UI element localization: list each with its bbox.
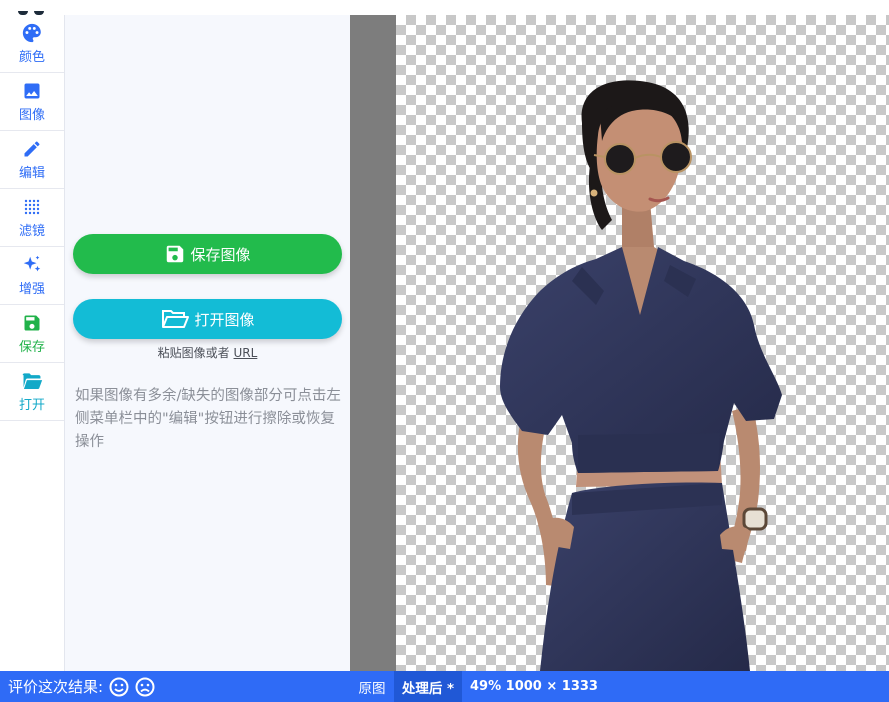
edit-tip-text: 如果图像有多余/缺失的图像部分可点击左侧菜单栏中的"编辑"按钮进行擦除或恢复操作 [75,388,341,450]
folder-open-icon [21,370,43,392]
sidebar-item-save[interactable]: 保存 [0,305,64,363]
open-image-label: 打开图像 [194,310,255,329]
sidebar-item-edit[interactable]: 编辑 [0,131,64,189]
sidebar: 颜色 图像 编辑 滤镜 增强 保存 打开 [0,15,65,671]
tab-processed[interactable]: 处理后 * [394,671,462,702]
sidebar-item-image[interactable]: 图像 [0,73,64,131]
sparkle-icon [21,254,43,276]
save-icon [21,312,43,334]
smile-icon[interactable] [109,677,129,697]
dots-grid-icon [21,196,43,218]
cutout-image [500,80,782,671]
sidebar-item-filter[interactable]: 滤镜 [0,189,64,247]
sidebar-item-label: 增强 [18,282,45,297]
save-icon [167,245,184,263]
sidebar-item-label: 保存 [18,340,45,355]
top-strip [0,0,889,15]
sidebar-item-color[interactable]: 颜色 [0,15,64,73]
folder-open-icon [162,310,190,328]
sidebar-item-label: 图像 [18,108,45,123]
rating-area: 评价这次结果: [8,671,155,702]
sidebar-item-enhance[interactable]: 增强 [0,247,64,305]
paste-url-link[interactable]: URL [234,346,258,360]
sidebar-item-label: 滤镜 [18,224,45,239]
rating-label: 评价这次结果: [8,678,104,696]
open-image-button[interactable]: 打开图像 [73,299,342,339]
logo-fragment [18,0,62,15]
sidebar-item-open[interactable]: 打开 [0,363,64,421]
save-image-button[interactable]: 保存图像 [73,234,342,274]
sidebar-item-label: 颜色 [18,50,45,65]
sidebar-item-label: 打开 [18,398,45,413]
tab-original[interactable]: 原图 [350,671,394,702]
options-panel: 保存图像 打开图像 粘贴图像或者 URL 如果图像有多余/缺失的图像部分可点击左… [65,15,350,671]
paste-hint: 粘贴图像或者 URL [65,344,350,361]
palette-icon [21,22,43,44]
zoom-info: 49% 1000 × 1333 [470,679,598,694]
paste-hint-text: 粘贴图像或者 [157,346,230,360]
save-image-label: 保存图像 [190,245,251,264]
status-bar: 评价这次结果: 原图 处理后 * 49% 1000 × 1333 [0,671,889,702]
image-canvas[interactable] [350,15,889,671]
pencil-icon [21,138,43,160]
image-icon [21,80,43,102]
frown-icon[interactable] [135,677,155,697]
sidebar-item-label: 编辑 [18,166,45,181]
